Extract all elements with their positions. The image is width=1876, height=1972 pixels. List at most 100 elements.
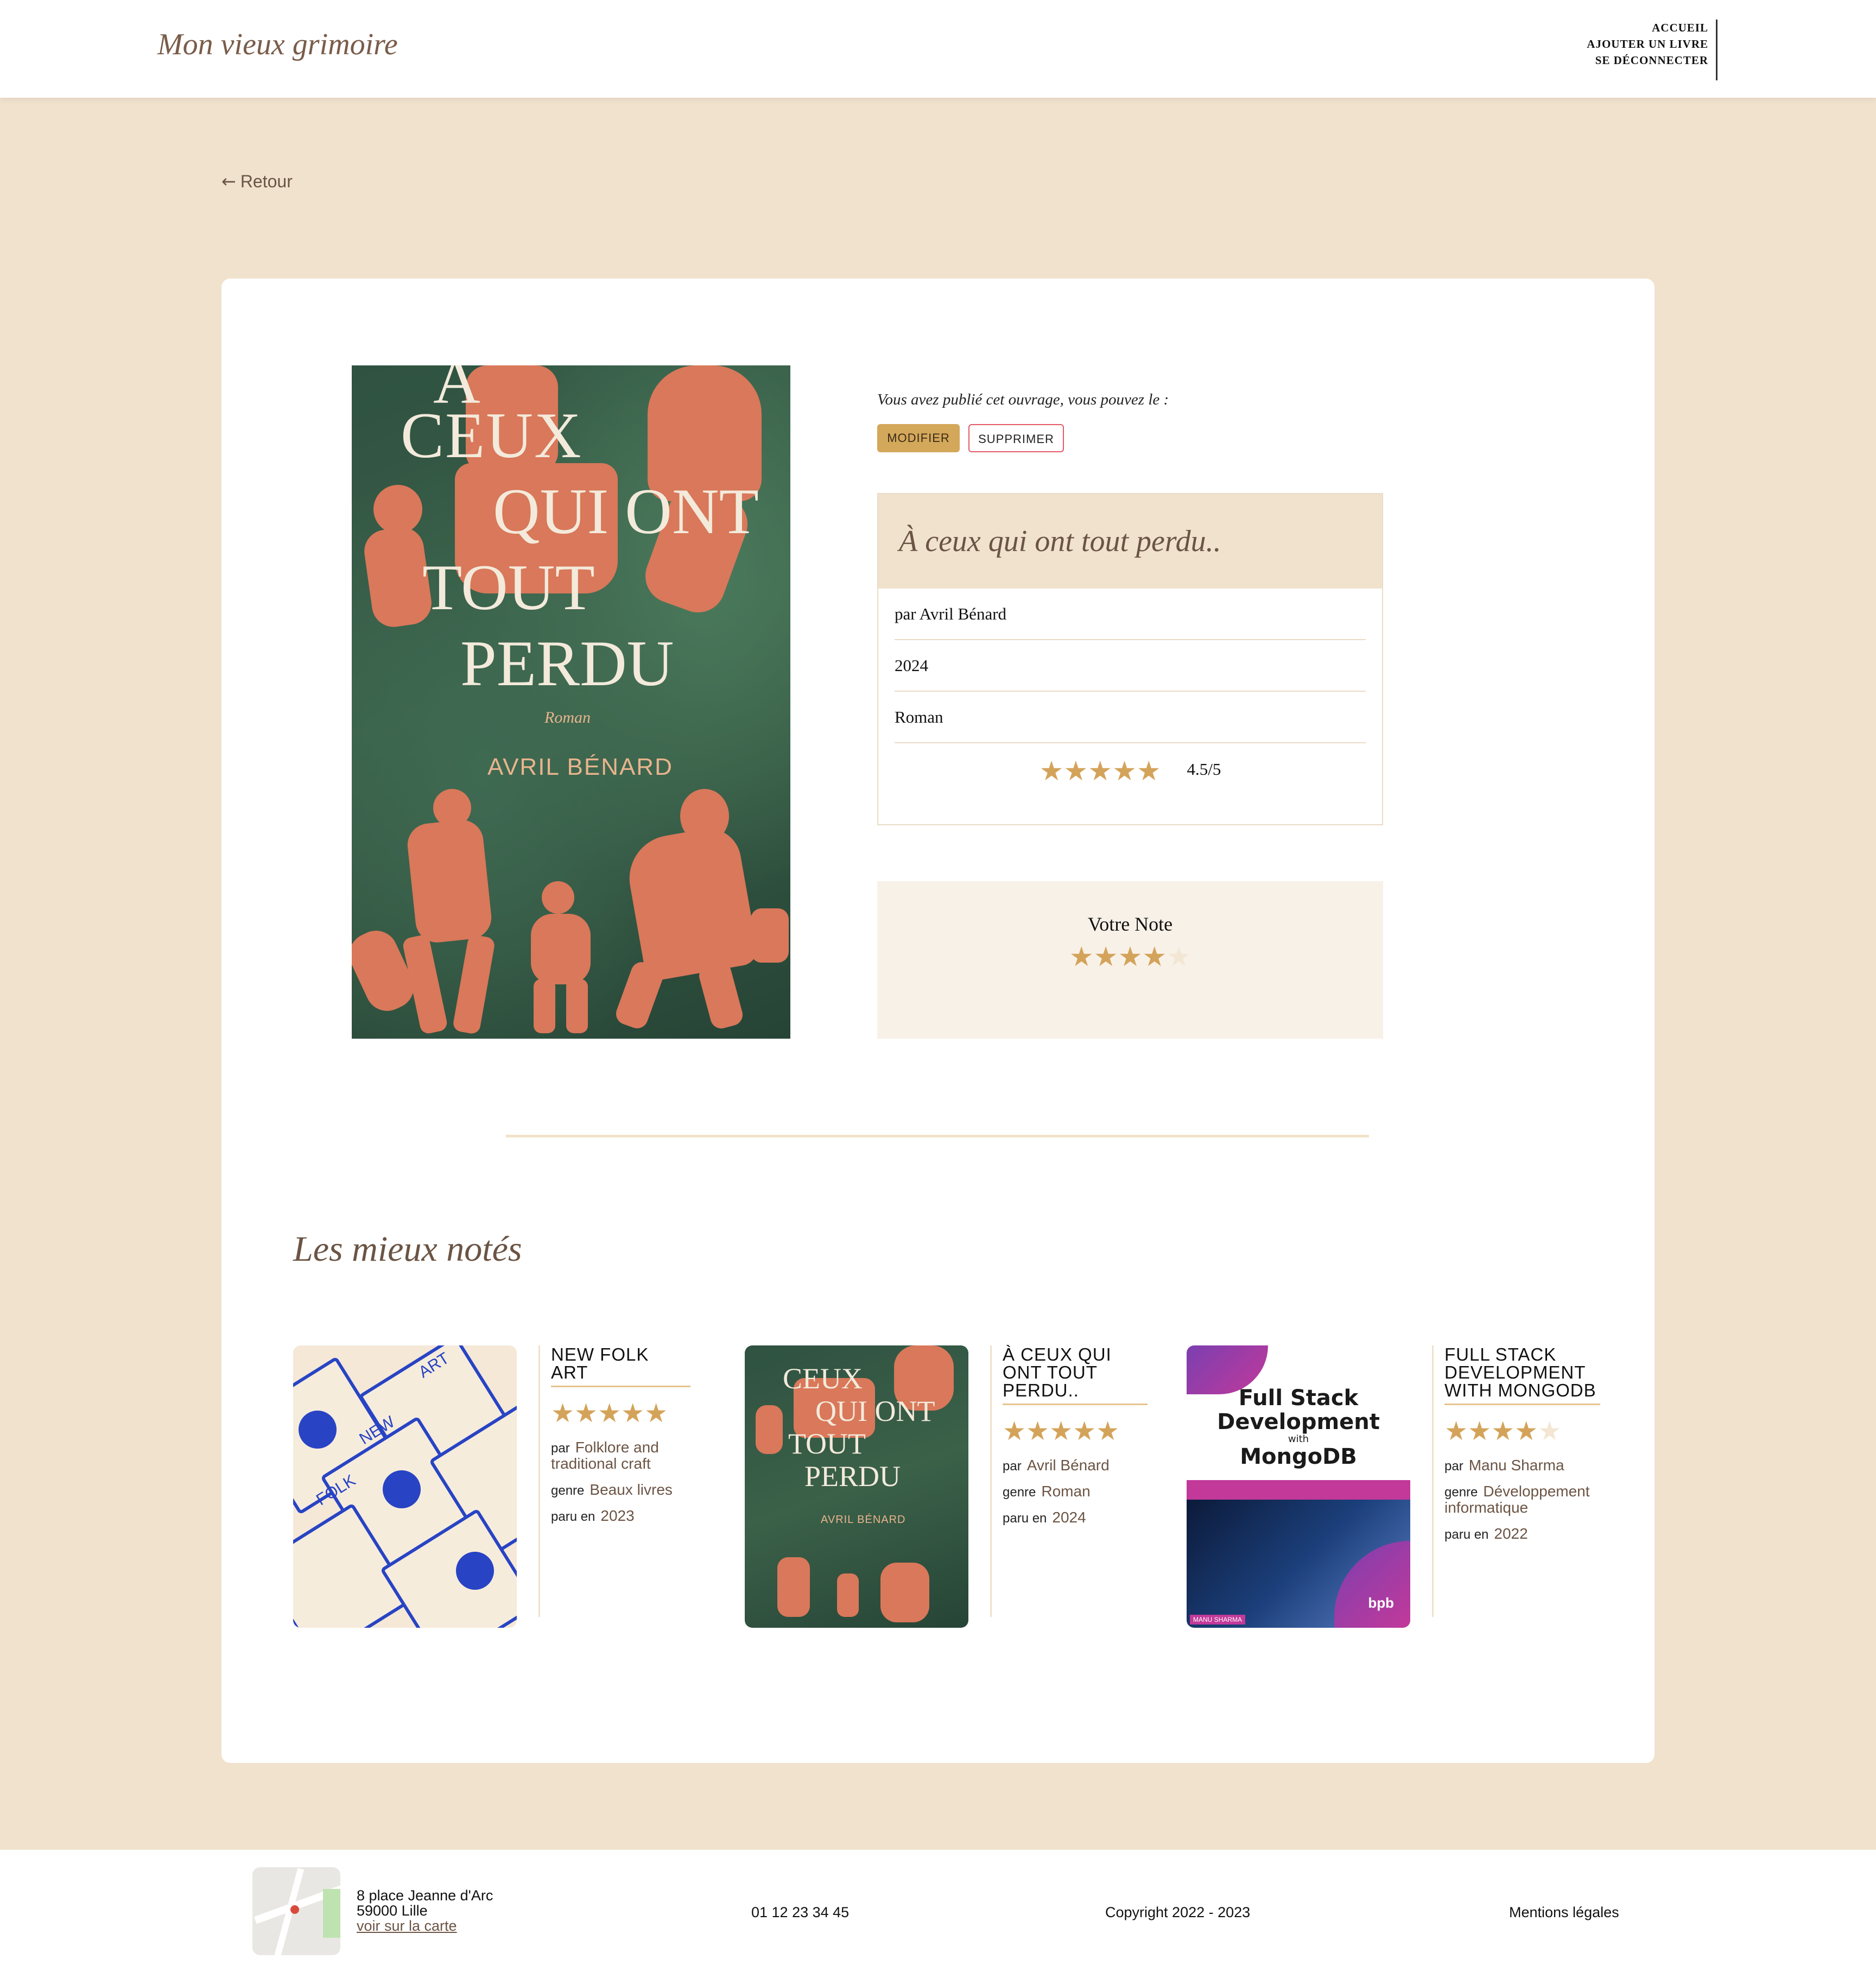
book-title: À CEUX QUI ONT TOUT PERDU..	[1003, 1345, 1148, 1405]
cover-figure	[405, 818, 494, 945]
book-author-row: par Folklore and traditional craft	[551, 1440, 690, 1472]
phone-number: 01 12 23 34 45	[751, 1904, 850, 1920]
label: par	[1444, 1459, 1463, 1474]
book-meta: NEW FOLK ART ★★★★★ par Folklore and tradi…	[538, 1345, 690, 1617]
rating-stars: ★★★★★	[551, 1397, 690, 1430]
cover-figure	[534, 979, 555, 1033]
copyright: Copyright 2022 - 2023	[1105, 1904, 1251, 1920]
cover-title-line: QUI ONT	[815, 1395, 935, 1427]
nav-logout[interactable]: SE DÉCONNECTER	[1533, 52, 1708, 68]
cover-title-line: QUI ONT	[493, 475, 759, 547]
footer: 8 place Jeanne d'Arc 59000 Lille voir su…	[0, 1850, 1876, 1972]
star-icon: ★	[1136, 755, 1161, 787]
book-author-row: par Avril Bénard	[1003, 1458, 1148, 1474]
label: paru en	[551, 1509, 595, 1524]
label: genre	[1003, 1485, 1036, 1500]
user-rating-stars: ★★★★★	[1069, 941, 1191, 972]
map-link[interactable]: voir sur la carte	[357, 1918, 457, 1934]
star-icon: ★	[644, 1398, 668, 1429]
book-year-row: paru en 2022	[1444, 1526, 1600, 1543]
address-line: 8 place Jeanne d'Arc	[357, 1887, 493, 1904]
edit-button[interactable]: MODIFIER	[877, 424, 960, 452]
book-genre: Roman	[1041, 1483, 1091, 1500]
star-empty-icon[interactable]: ★	[1167, 941, 1191, 972]
star-icon: ★	[598, 1398, 622, 1429]
star-icon[interactable]: ★	[1069, 941, 1094, 972]
cover-figure	[837, 1573, 859, 1617]
map-pin-icon	[290, 1905, 299, 1914]
star-icon: ★	[1491, 1416, 1515, 1446]
cover-title-line: CEUX	[401, 399, 582, 471]
label: genre	[1444, 1485, 1478, 1500]
star-icon: ★	[1026, 1416, 1050, 1446]
star-icon: ★	[1468, 1416, 1492, 1446]
cover-band	[1187, 1480, 1410, 1500]
star-icon: ★	[621, 1398, 645, 1429]
nav-add-book[interactable]: AJOUTER UN LIVRE	[1533, 36, 1708, 52]
back-label: Retour	[240, 172, 293, 191]
star-icon: ★	[1039, 755, 1064, 787]
cover-figure	[531, 914, 591, 984]
delete-button[interactable]: SUPPRIMER	[968, 424, 1064, 452]
arrow-left-icon: ←	[221, 171, 236, 192]
star-icon[interactable]: ★	[1094, 941, 1118, 972]
book-author: Avril Bénard	[1026, 1457, 1110, 1474]
cover-genre: Roman	[544, 709, 591, 726]
label: paru en	[1444, 1527, 1489, 1542]
cover-author: AVRIL BÉNARD	[821, 1514, 906, 1526]
cover-title-line: Full Stack	[1238, 1386, 1359, 1411]
folk-sun	[383, 1470, 421, 1508]
star-icon: ★	[574, 1398, 598, 1429]
label: genre	[551, 1483, 585, 1498]
cover-figure	[542, 881, 574, 914]
book-year-row: paru en 2023	[551, 1508, 690, 1525]
cover-title-line: TOUT	[422, 551, 595, 623]
site-logo[interactable]: Mon vieux grimoire	[157, 27, 398, 62]
folk-sun	[299, 1411, 337, 1449]
book-meta: À CEUX QUI ONT TOUT PERDU.. ★★★★★ par Avr…	[990, 1345, 1148, 1617]
star-icon[interactable]: ★	[1142, 941, 1167, 972]
book-genre-row: genre Développement informatique	[1444, 1484, 1600, 1516]
label: par	[551, 1441, 570, 1456]
star-icon[interactable]: ★	[1118, 941, 1143, 972]
book-author: par Avril Bénard	[895, 589, 1366, 640]
book-title: FULL STACK DEVELOPMENT WITH MONGODB	[1444, 1345, 1600, 1405]
back-link[interactable]: ← Retour	[221, 171, 293, 192]
book-thumbnail[interactable]: NEW FOLK ART	[293, 1345, 517, 1628]
average-rating-text: 4.5/5	[1187, 760, 1221, 779]
book-title: À ceux qui ont tout perdu..	[878, 494, 1382, 589]
cover-author: MANU SHARMA	[1190, 1615, 1246, 1625]
cover-title-line: MongoDB	[1240, 1444, 1357, 1469]
cover-figure	[756, 1405, 783, 1454]
section-divider	[506, 1135, 1369, 1137]
rating-stars: ★★★★★	[1003, 1415, 1148, 1448]
map-thumbnail[interactable]	[252, 1867, 340, 1955]
cover-figure	[373, 485, 422, 534]
star-icon: ★	[1444, 1416, 1468, 1446]
published-notice: Vous avez publié cet ouvrage, vous pouve…	[877, 391, 1169, 408]
address: 8 place Jeanne d'Arc 59000 Lille voir su…	[357, 1888, 493, 1933]
user-rating-box: Votre Note ★★★★★	[877, 881, 1383, 1039]
cover-title-line: TOUT	[788, 1427, 866, 1460]
book-title: NEW FOLK ART	[551, 1345, 690, 1387]
cover-title-line: PERDU	[804, 1460, 901, 1493]
user-rating-title: Votre Note	[1087, 913, 1173, 935]
top-bar: Mon vieux grimoire ACCUEIL AJOUTER UN LI…	[0, 0, 1876, 98]
star-empty-icon: ★	[1538, 1416, 1562, 1446]
cover-title-line: PERDU	[460, 627, 674, 699]
book-thumbnail[interactable]: CEUX QUI ONT TOUT PERDU AVRIL BÉNARD	[745, 1345, 968, 1628]
star-icon: ★	[1073, 1416, 1097, 1446]
book-year: 2022	[1494, 1525, 1528, 1542]
cover-title-line: CEUX	[783, 1362, 863, 1395]
star-icon: ★	[1514, 1416, 1538, 1446]
best-rated-title: Les mieux notés	[293, 1229, 522, 1269]
book-thumbnail[interactable]: Full Stack Development with MongoDB MANU…	[1187, 1345, 1410, 1628]
star-icon: ★	[1088, 755, 1113, 787]
legal-link[interactable]: Mentions légales	[1509, 1904, 1619, 1921]
nav-home[interactable]: ACCUEIL	[1533, 20, 1708, 36]
book-meta: FULL STACK DEVELOPMENT WITH MONGODB ★★★★…	[1432, 1345, 1600, 1617]
book-year: 2024	[1052, 1509, 1086, 1526]
star-icon: ★	[1096, 1416, 1120, 1446]
address-line: 59000 Lille	[357, 1903, 428, 1919]
book-author: Manu Sharma	[1468, 1457, 1564, 1474]
